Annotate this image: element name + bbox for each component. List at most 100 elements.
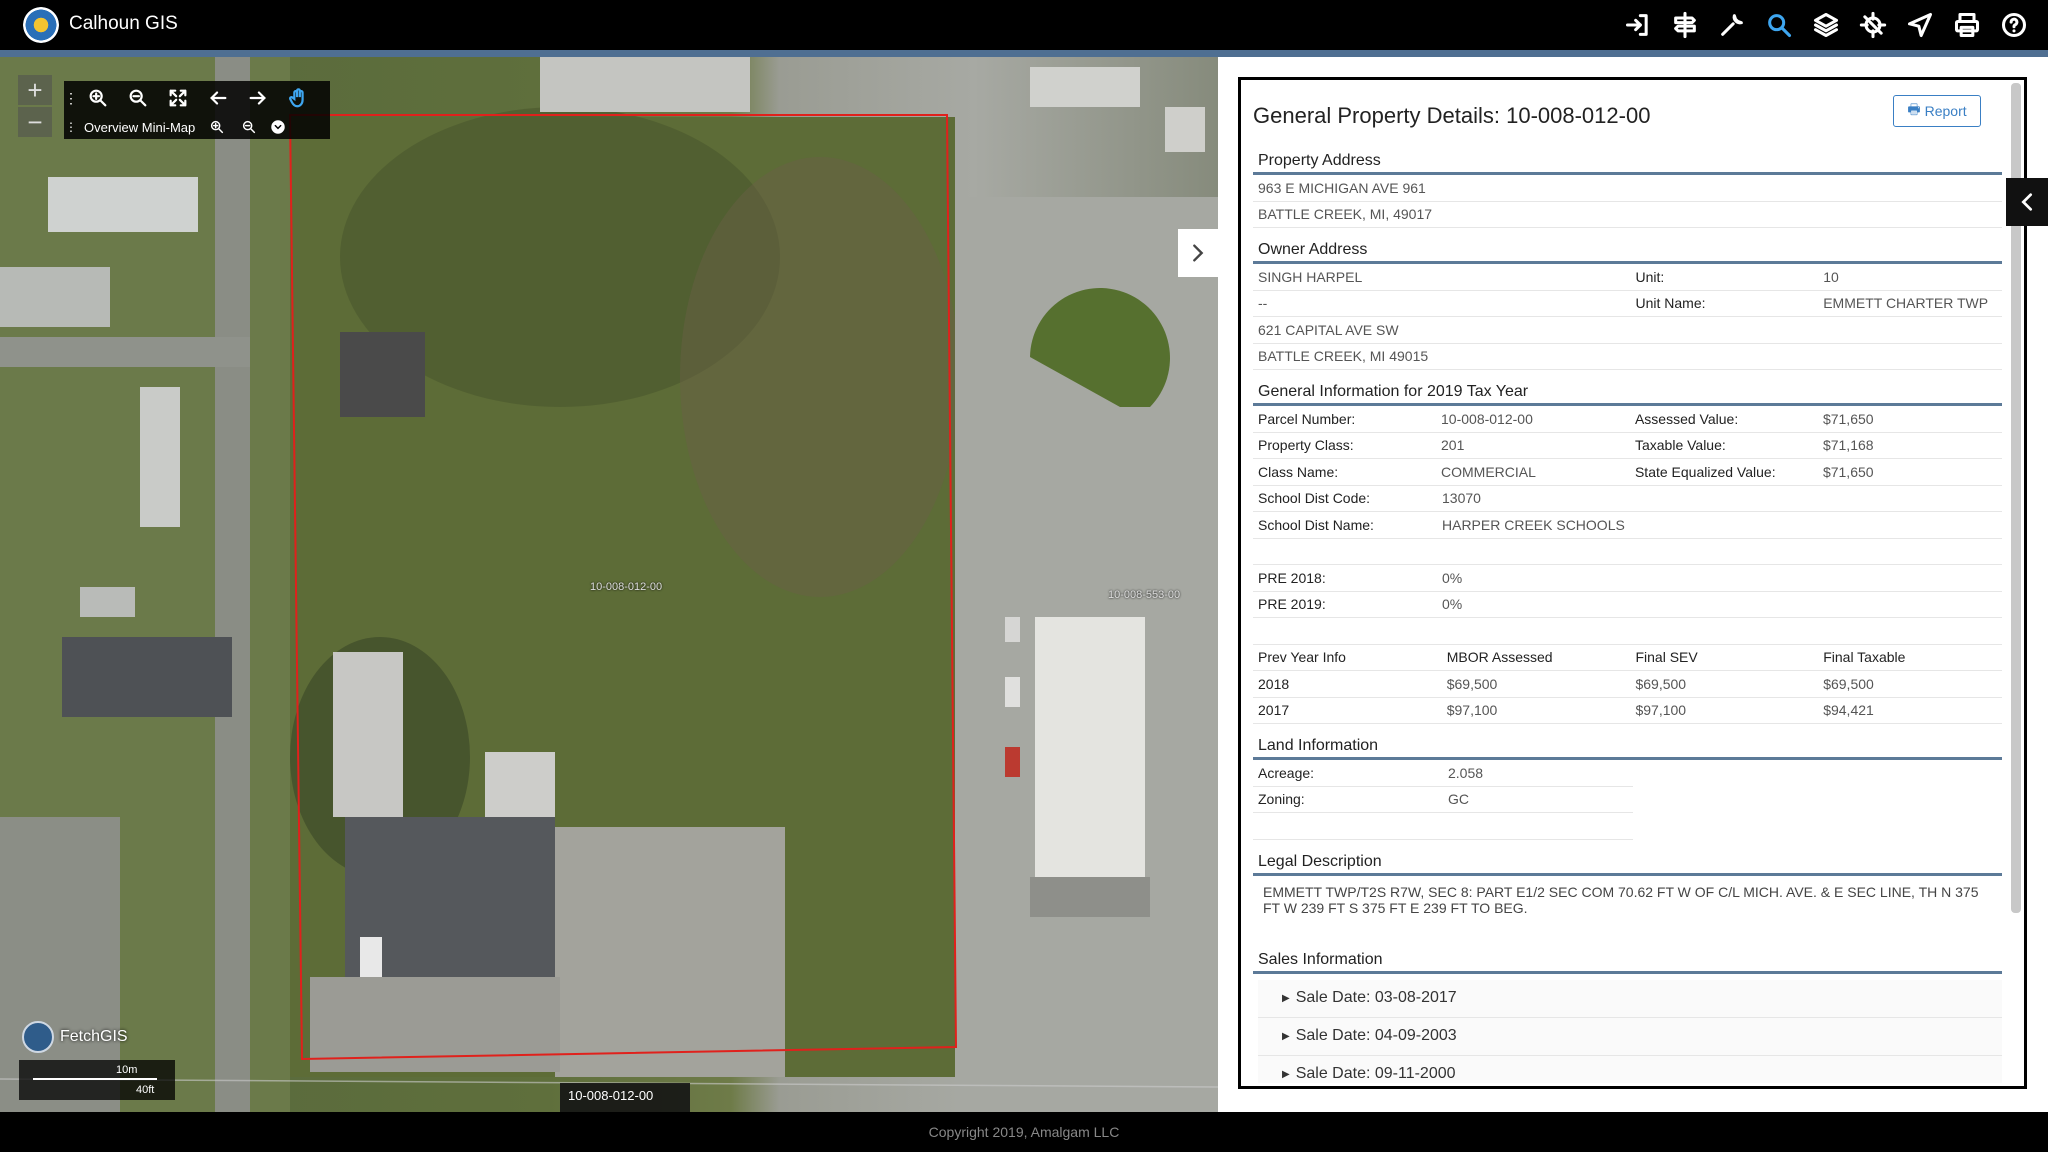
general-info-row: School Dist Name: HARPER CREEK SCHOOLS	[1253, 512, 2002, 539]
pre-label: PRE 2018:	[1258, 569, 1326, 586]
property-address-line1-text: 963 E MICHIGAN AVE 961	[1258, 179, 1426, 196]
prev-year-col-header: Prev Year Info	[1258, 649, 1346, 666]
prev-year-cell: $97,100	[1635, 702, 1687, 719]
help-icon[interactable]	[1998, 9, 2030, 41]
caret-right-icon: ▶	[1282, 1068, 1290, 1080]
pre-row: PRE 2018: 0%	[1253, 565, 2002, 592]
main-toolbar	[1622, 9, 2030, 41]
zoom-out-tool-icon[interactable]	[118, 87, 158, 109]
prev-year-cell: $69,500	[1635, 675, 1687, 692]
property-address-heading: Property Address	[1253, 147, 2002, 175]
search-icon[interactable]	[1763, 9, 1795, 41]
general-info-row: School Dist Code: 13070	[1253, 486, 2002, 512]
general-info-label: Parcel Number:	[1258, 410, 1356, 427]
acreage-label: Acreage:	[1258, 764, 1315, 781]
prev-year-col-header: Final Taxable	[1823, 649, 1906, 666]
caret-right-icon: ▶	[1282, 1030, 1290, 1042]
adjacent-parcel-map-label: 10-008-553-00	[1108, 589, 1181, 601]
general-info-label: Assessed Value:	[1634, 410, 1739, 427]
chevron-left-icon	[2021, 193, 2033, 211]
scale-line	[33, 1078, 157, 1080]
zoning-label: Zoning:	[1258, 791, 1305, 808]
prev-year-cell: 2017	[1258, 702, 1290, 719]
scale-imperial: 40ft	[136, 1084, 155, 1096]
side-panel-toggle[interactable]	[2006, 178, 2048, 226]
land-info-heading: Land Information	[1253, 732, 2002, 760]
minimap-toolbar: ⋮ Overview Mini-Map	[64, 115, 330, 139]
general-info-value: 13070	[1442, 490, 1481, 507]
fetchgis-brand[interactable]: FetchGIS	[22, 1021, 128, 1053]
sign-in-icon[interactable]	[1622, 9, 1654, 41]
legal-description-heading: Legal Description	[1253, 848, 2002, 876]
toolbar-handle-icon[interactable]: ⋮	[64, 90, 78, 107]
property-address-line2-text: BATTLE CREEK, MI, 49017	[1258, 206, 1433, 223]
owner-row-3: 621 CAPITAL AVE SW	[1253, 317, 2002, 344]
owner-line4: BATTLE CREEK, MI 49015	[1258, 348, 1429, 365]
paper-plane-icon[interactable]	[1904, 9, 1936, 41]
minimap-toggle-icon[interactable]	[265, 119, 291, 135]
property-address-line2: BATTLE CREEK, MI, 49017	[1253, 202, 2002, 228]
unit-name-label: Unit Name:	[1635, 295, 1706, 312]
general-info-value: 201	[1441, 437, 1465, 454]
general-info-label: Property Class:	[1258, 437, 1354, 454]
general-info-value: HARPER CREEK SCHOOLS	[1442, 516, 1625, 533]
header-divider	[0, 50, 2048, 57]
pre-label: PRE 2019:	[1258, 596, 1326, 613]
acreage-row: Acreage: 2.058	[1253, 760, 1633, 787]
acreage-value: 2.058	[1448, 764, 1484, 781]
print-small-icon: 🖶	[1907, 101, 1921, 117]
owner-row-1: SINGH HARPEL Unit: 10	[1253, 264, 2002, 291]
sale-item[interactable]: ▶ Sale Date: 09-11-2000	[1258, 1055, 2002, 1083]
previous-extent-icon[interactable]	[198, 87, 238, 109]
owner-row-2: -- Unit Name: EMMETT CHARTER TWP	[1253, 291, 2002, 317]
general-info-value: $71,650	[1822, 463, 1874, 480]
report-button[interactable]: 🖶 Report	[1893, 95, 1981, 127]
details-frame: General Property Details: 10-008-012-00 …	[1238, 77, 2027, 1089]
sale-item-label: Sale Date: 03-08-2017	[1295, 989, 1457, 1006]
prev-year-header: Prev Year Info MBOR Assessed Final SEV F…	[1253, 645, 2002, 671]
minimap-handle-icon[interactable]: ⋮	[64, 120, 78, 134]
general-info-heading: General Information for 2019 Tax Year	[1253, 378, 2002, 406]
general-info-label: School Dist Name:	[1258, 516, 1374, 533]
signpost-icon[interactable]	[1669, 9, 1701, 41]
minimap-zoom-in-icon[interactable]	[201, 119, 233, 135]
next-extent-icon[interactable]	[238, 87, 278, 109]
fetchgis-dog-icon	[22, 1021, 54, 1053]
general-info-row: Property Class: 201 Taxable Value: $71,1…	[1253, 433, 2002, 459]
minimap-zoom-out-icon[interactable]	[233, 119, 265, 135]
parcel-tooltip[interactable]: 10-008-012-00	[560, 1083, 690, 1112]
prev-year-cell: $94,421	[1823, 702, 1874, 719]
crosshair-icon[interactable]	[1857, 9, 1889, 41]
sale-item[interactable]: ▶ Sale Date: 04-09-2003	[1258, 1017, 2002, 1056]
zoom-in-button[interactable]: +	[18, 75, 52, 105]
zoning-row: Zoning: GC	[1253, 787, 1633, 813]
pan-hand-icon[interactable]	[278, 87, 318, 109]
chevron-right-icon	[1193, 244, 1204, 262]
copyright-text: Copyright 2019, Amalgam LLC	[928, 1124, 1120, 1140]
spacer-row	[1253, 539, 2002, 565]
page-title: General Property Details: 10-008-012-00	[1253, 103, 1651, 128]
general-info-row: Class Name: COMMERCIAL State Equalized V…	[1253, 459, 2002, 486]
collapse-panel-arrow[interactable]	[1178, 229, 1218, 277]
unit-label: Unit:	[1635, 268, 1665, 285]
minimap-label[interactable]: Overview Mini-Map	[78, 120, 201, 135]
zoom-out-button[interactable]: −	[18, 107, 52, 137]
details-scroll-area[interactable]: General Property Details: 10-008-012-00 …	[1244, 83, 2009, 1083]
spacer-row	[1253, 618, 2002, 645]
sales-info-heading: Sales Information	[1253, 946, 2002, 974]
prev-year-cell: $69,500	[1823, 675, 1874, 692]
zoom-in-tool-icon[interactable]	[78, 87, 118, 109]
wrench-icon[interactable]	[1716, 9, 1748, 41]
general-info-value: $71,168	[1822, 437, 1874, 454]
sale-item[interactable]: ▶ Sale Date: 03-08-2017	[1258, 979, 2002, 1018]
scale-bar: 10m 40ft	[19, 1060, 175, 1100]
parcel-map-label: 10-008-012-00	[590, 581, 663, 593]
print-icon[interactable]	[1951, 9, 1983, 41]
property-address-line1: 963 E MICHIGAN AVE 961	[1253, 175, 2002, 202]
full-extent-icon[interactable]	[158, 87, 198, 109]
general-info-label: Taxable Value:	[1634, 437, 1726, 454]
layers-icon[interactable]	[1810, 9, 1842, 41]
map-toolbar: ⋮	[64, 81, 330, 115]
prev-year-cell: 2018	[1258, 675, 1290, 692]
map-view[interactable]: + − ⋮ ⋮ Overview Mini-Map 10-008-012-00 …	[0, 57, 1218, 1112]
